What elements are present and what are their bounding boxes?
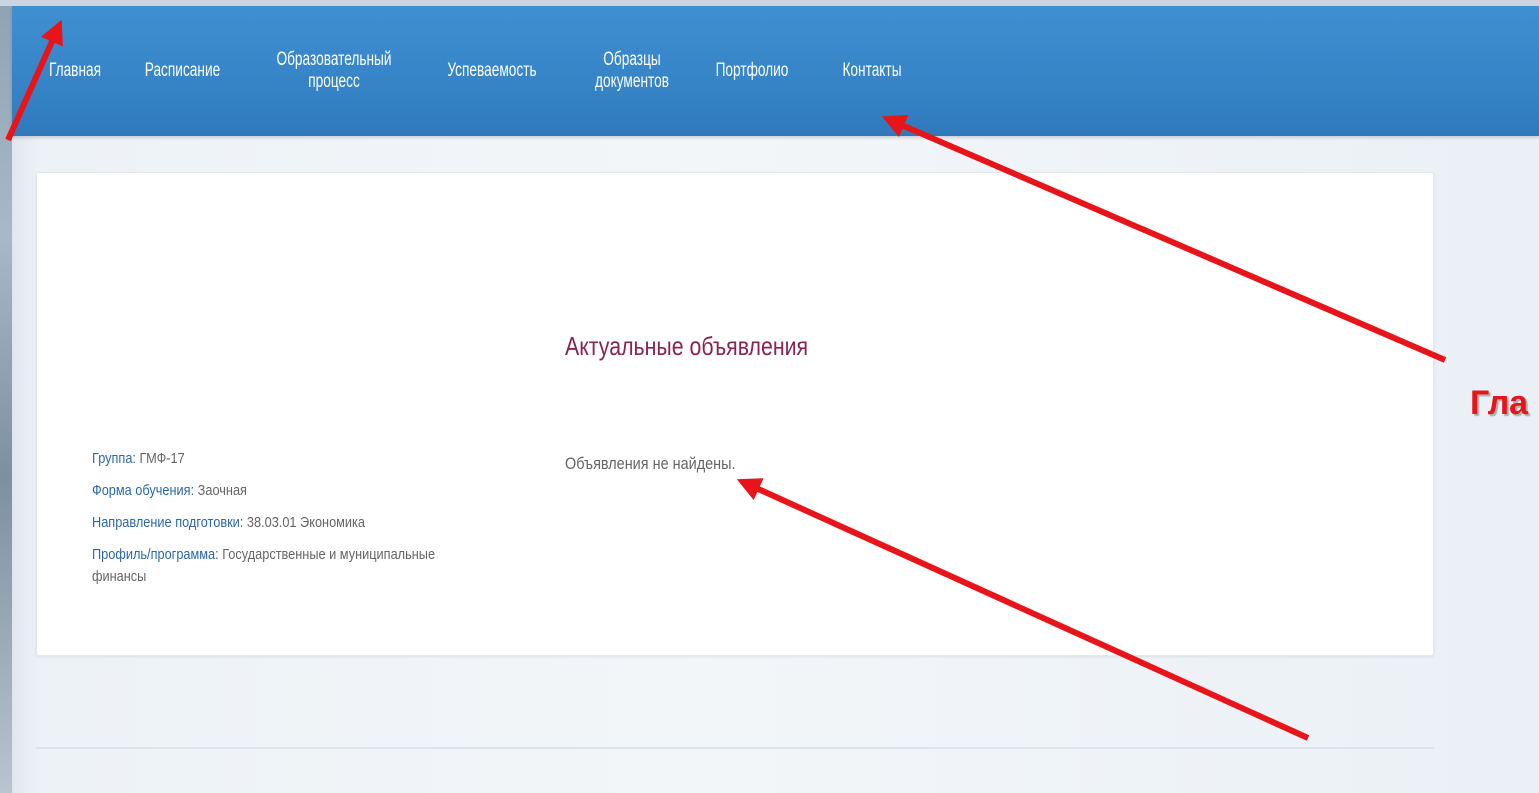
nav-item-document-samples[interactable]: Образцы документов	[589, 49, 675, 93]
profile-label: Профиль/программа:	[92, 546, 219, 563]
direction-value: 38.03.01 Экономика	[246, 514, 366, 531]
announcements-title: Актуальные объявления	[565, 331, 809, 361]
nav-item-grades[interactable]: Успеваемость	[445, 60, 539, 82]
profile-row: Профиль/программа: Государственные и мун…	[92, 544, 458, 588]
left-background-strip	[0, 0, 12, 793]
student-info: Группа: ГМФ-17 Форма обучения: Заочная Н…	[92, 448, 522, 598]
footer-divider	[36, 747, 1434, 749]
nav-item-contacts[interactable]: Контакты	[836, 60, 908, 82]
overlay-right-label: Гла	[1470, 384, 1529, 422]
study-form-row: Форма обучения: Заочная	[92, 480, 458, 502]
nav-item-home[interactable]: Главная	[39, 60, 111, 82]
nav-item-schedule[interactable]: Расписание	[138, 60, 228, 82]
group-value: ГМФ-17	[139, 450, 185, 467]
main-card: Группа: ГМФ-17 Форма обучения: Заочная Н…	[36, 172, 1434, 656]
group-label: Группа:	[92, 450, 136, 467]
nav-item-education-process[interactable]: Образовательный процесс	[269, 49, 399, 93]
group-row: Группа: ГМФ-17	[92, 448, 458, 470]
nav-item-portfolio[interactable]: Портфолио	[712, 60, 791, 82]
direction-label: Направление подготовки:	[92, 514, 244, 531]
main-navbar: Главная Расписание Образовательный проце…	[12, 6, 1539, 136]
study-form-value: Заочная	[197, 482, 247, 499]
announcements-empty-message: Объявления не найдены.	[565, 454, 736, 473]
direction-row: Направление подготовки: 38.03.01 Экономи…	[92, 512, 458, 534]
study-form-label: Форма обучения:	[92, 482, 195, 499]
